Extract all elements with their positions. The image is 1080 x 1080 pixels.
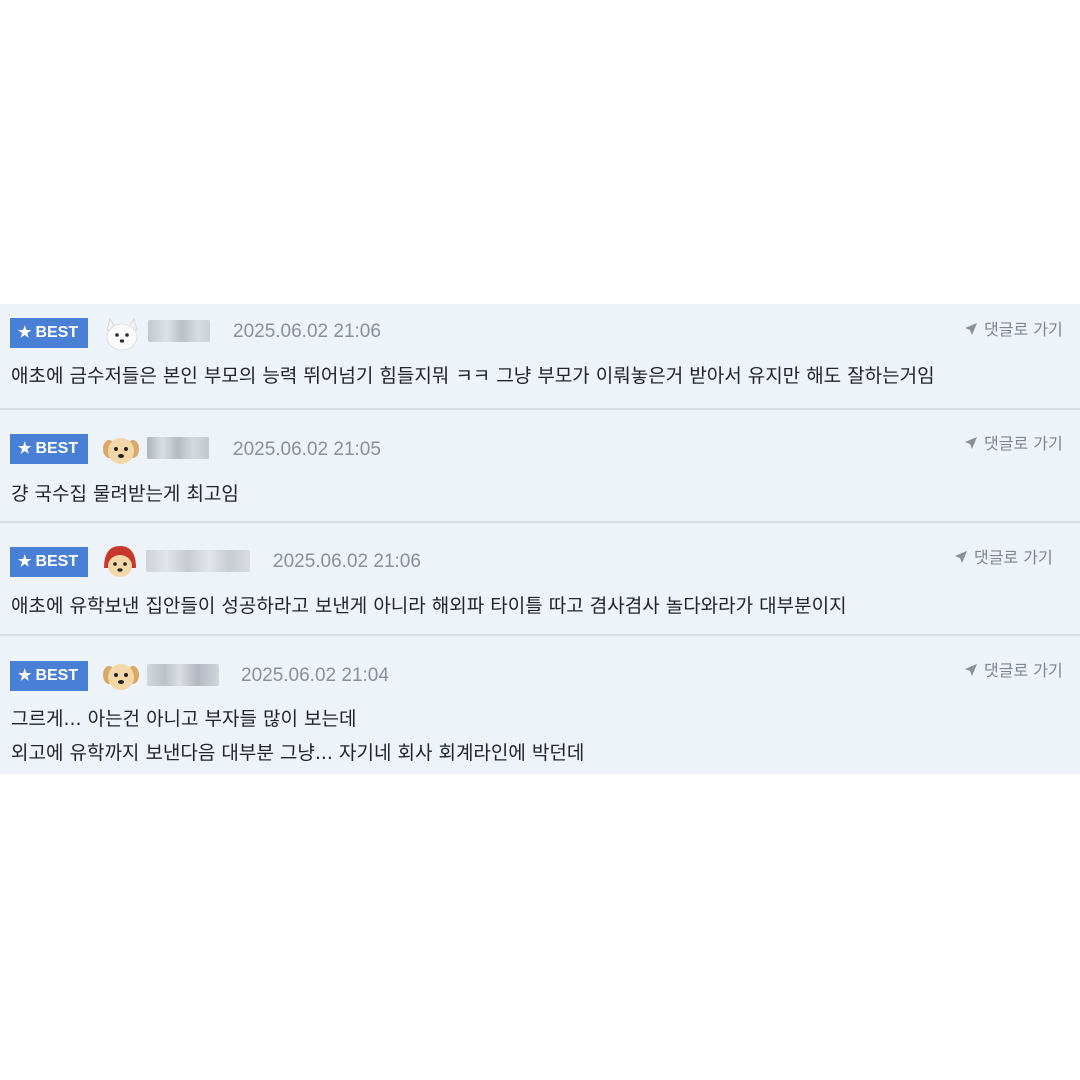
comment-item: ★ BEST 2025.06.02 21:05 댓글로 가기 걍 국수집 물려받는… (0, 410, 1080, 521)
comment-body: 애초에 유학보낸 집안들이 성공하라고 보낸게 아니라 해외파 타이틀 따고 겸… (11, 589, 847, 623)
navigation-arrow-icon (965, 664, 977, 676)
best-badge: ★ BEST (10, 661, 88, 691)
username-blurred[interactable] (147, 437, 209, 459)
comment-body: 애초에 금수저들은 본인 부모의 능력 뛰어넘기 힘들지뭐 ㅋㅋ 그냥 부모가 … (11, 359, 935, 393)
username-blurred[interactable] (146, 550, 250, 572)
goto-comment-link[interactable]: 댓글로 가기 (964, 316, 1063, 340)
puppy-avatar[interactable] (101, 656, 141, 696)
comment-line: 외고에 유학까지 보낸다음 대부분 그냥... 자기네 회사 회계라인에 박던데 (11, 742, 585, 764)
best-badge: ★ BEST (10, 318, 88, 348)
comment-timestamp: 2025.06.02 21:04 (241, 665, 389, 686)
comment-line: 걍 국수집 물려받는게 최고임 (11, 483, 239, 505)
comment-timestamp: 2025.06.02 21:06 (233, 321, 381, 342)
navigation-arrow-icon (965, 323, 977, 335)
comment-list: ★ BEST 2025.06.02 21:06 댓글로 가기 애초에 금수저들은 … (0, 304, 1080, 774)
comment-line: 애초에 금수저들은 본인 부모의 능력 뛰어넘기 힘들지뭐 ㅋㅋ 그냥 부모가 … (11, 365, 935, 387)
goto-comment-link[interactable]: 댓글로 가기 (964, 657, 1063, 681)
star-icon: ★ (18, 553, 32, 570)
comment-line: 애초에 유학보낸 집안들이 성공하라고 보낸게 아니라 해외파 타이틀 따고 겸… (11, 595, 847, 617)
puppy-red-hood-avatar[interactable] (100, 542, 140, 582)
goto-comment-link[interactable]: 댓글로 가기 (954, 544, 1053, 568)
comment-timestamp: 2025.06.02 21:05 (233, 439, 381, 460)
best-badge: ★ BEST (10, 434, 88, 464)
goto-comment-link[interactable]: 댓글로 가기 (964, 430, 1063, 454)
navigation-arrow-icon (955, 551, 967, 563)
comment-item: ★ BEST 2025.06.02 21:04 댓글로 가기 그르게... 아는건… (0, 636, 1080, 774)
username-blurred[interactable] (147, 664, 219, 686)
puppy-avatar[interactable] (101, 430, 141, 470)
star-icon: ★ (18, 440, 32, 457)
comment-item: ★ BEST 2025.06.02 21:06 댓글로 가기 애초에 금수저들은 … (0, 304, 1080, 408)
star-icon: ★ (18, 667, 32, 684)
comment-item: ★ BEST 2025.06.02 21:06 댓글로 가기 애초에 유학보낸 집… (0, 523, 1080, 634)
white-fox-avatar[interactable] (102, 313, 142, 353)
navigation-arrow-icon (965, 437, 977, 449)
username-blurred[interactable] (148, 320, 210, 342)
comment-body: 그르게... 아는건 아니고 부자들 많이 보는데 외고에 유학까지 보낸다음 … (11, 702, 584, 770)
comment-line: 그르게... 아는건 아니고 부자들 많이 보는데 (11, 708, 357, 730)
comment-body: 걍 국수집 물려받는게 최고임 (11, 477, 239, 511)
comment-timestamp: 2025.06.02 21:06 (273, 551, 421, 572)
best-badge: ★ BEST (10, 547, 88, 577)
star-icon: ★ (18, 324, 32, 341)
